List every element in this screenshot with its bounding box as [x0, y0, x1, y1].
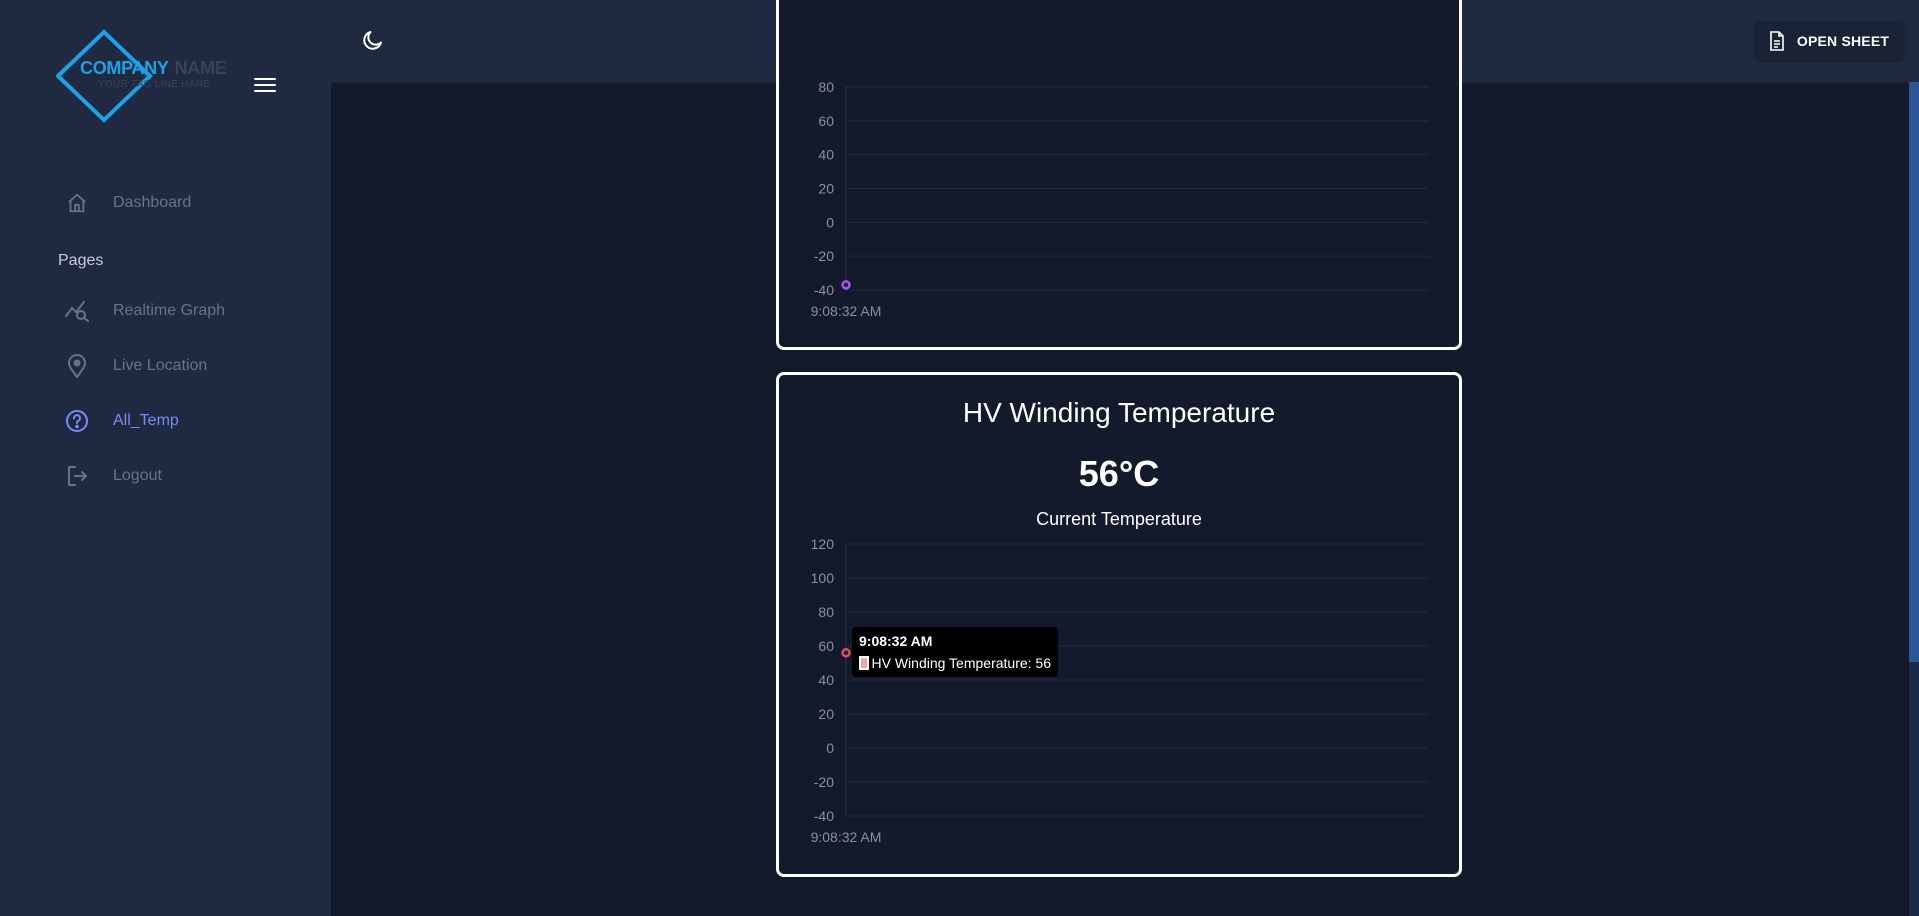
y-tick-label: 0: [826, 214, 834, 230]
open-sheet-label: OPEN SHEET: [1796, 33, 1890, 49]
document-icon: [1770, 31, 1784, 51]
y-tick-label: 100: [811, 570, 835, 586]
y-tick-label: 40: [818, 672, 834, 688]
chart-card-previous: -40 -20 0 20 40 60 80 9:08:32 AM: [776, 0, 1462, 350]
help-circle-icon: [64, 408, 90, 434]
home-icon: [64, 190, 90, 216]
sidebar-item-label: Realtime Graph: [113, 302, 226, 319]
sidebar: COMPANY NAME YOUR TAG LINE HARE Dashboard…: [0, 0, 331, 916]
menu-toggle-icon[interactable]: [254, 78, 276, 96]
y-tick-label: 20: [818, 181, 834, 197]
y-tick-label: 80: [818, 79, 834, 95]
y-tick-label: 60: [818, 638, 834, 654]
y-tick-label: 80: [818, 604, 834, 620]
y-tick-label: -20: [814, 248, 834, 264]
company-name: COMPANY NAME: [80, 58, 227, 78]
sidebar-item-label: Dashboard: [113, 194, 192, 211]
tooltip-title: 9:08:32 AM: [859, 633, 933, 649]
y-tick-label: 20: [818, 706, 834, 722]
previous-temperature-chart: -40 -20 0 20 40 60 80 9:08:32 AM: [811, 79, 1429, 319]
tooltip-text: HV Winding Temperature: 56: [871, 655, 1052, 671]
y-tick-label: 40: [818, 147, 834, 163]
sidebar-item-logout[interactable]: Logout: [64, 461, 162, 491]
open-sheet-button[interactable]: OPEN SHEET: [1755, 22, 1903, 60]
y-tick-label: -40: [814, 808, 834, 824]
sidebar-item-live-location[interactable]: Live Location: [64, 351, 207, 381]
logout-icon: [64, 463, 90, 489]
scrollbar-thumb[interactable]: [1909, 82, 1919, 662]
moon-icon[interactable]: [361, 28, 385, 52]
company-tagline: YOUR TAG LINE HARE: [98, 79, 211, 90]
tooltip-row: HV Winding Temperature: 56: [859, 655, 1051, 671]
sidebar-item-label: Live Location: [113, 357, 208, 374]
chart-tooltip: 9:08:32 AM HV Winding Temperature: 56: [852, 627, 1058, 677]
hv-winding-temperature-chart: -40 -20 0 20 40 60 80 100 120 9:08:32 AM: [811, 536, 1429, 845]
x-tick-label: 9:08:32 AM: [811, 829, 882, 845]
sidebar-item-dashboard[interactable]: Dashboard: [64, 188, 191, 218]
sidebar-item-realtime-graph[interactable]: Realtime Graph: [64, 296, 225, 326]
y-tick-label: 0: [826, 740, 834, 756]
x-tick-label: 9:08:32 AM: [811, 303, 882, 319]
chart-card-hv-winding: HV Winding Temperature 56°C Current Temp…: [776, 372, 1462, 877]
y-tick-label: -20: [814, 774, 834, 790]
sidebar-item-label: All_Temp: [113, 412, 179, 429]
company-logo[interactable]: COMPANY NAME YOUR TAG LINE HARE: [56, 28, 256, 124]
section-label-pages: Pages: [58, 252, 104, 269]
chart-search-icon: [64, 298, 90, 324]
y-tick-label: -40: [814, 282, 834, 298]
y-tick-label: 60: [818, 113, 834, 129]
location-pin-icon: [64, 353, 90, 379]
sidebar-item-label: Logout: [113, 467, 162, 484]
sidebar-item-all-temp[interactable]: All_Temp: [64, 406, 179, 436]
y-tick-label: 120: [811, 536, 835, 552]
tooltip-series-swatch: [859, 656, 869, 670]
